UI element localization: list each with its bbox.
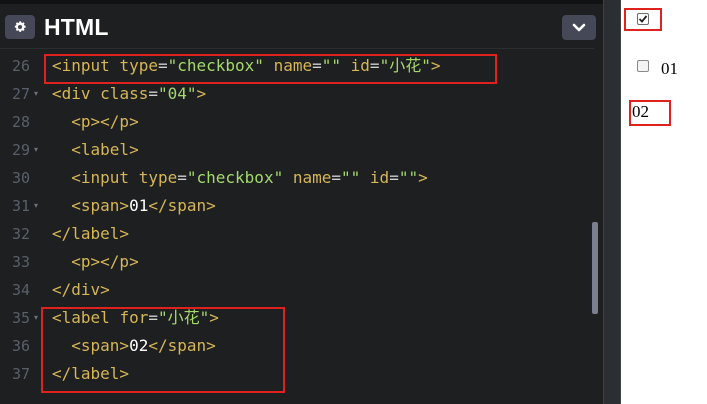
code-token: > <box>196 84 207 103</box>
code-token: <p></p> <box>71 252 139 271</box>
line-number: 34 <box>11 281 30 299</box>
code-token: <p></p> <box>71 112 139 131</box>
highlight-box-input-line <box>44 54 497 84</box>
pane-divider[interactable] <box>603 0 621 404</box>
code-token: </div> <box>52 280 110 299</box>
highlight-box-label-block <box>41 307 285 393</box>
editor-title: HTML <box>44 14 109 40</box>
checkmark-icon <box>638 15 648 23</box>
line-number: 37 <box>11 365 30 383</box>
code-line[interactable]: <p></p> <box>52 108 139 136</box>
code-token: class <box>100 84 149 103</box>
code-token: = <box>389 168 399 187</box>
code-token: "04" <box>157 84 197 103</box>
code-token: id <box>360 168 390 187</box>
code-token: <label> <box>71 140 139 159</box>
code-token: = <box>148 84 158 103</box>
fold-arrow-icon[interactable]: ▾ <box>34 136 42 164</box>
code-token: name <box>283 168 332 187</box>
line-number: 26 <box>11 57 30 75</box>
code-token: "" <box>398 168 419 187</box>
result-preview: 01 02 <box>621 0 707 404</box>
code-line[interactable]: <span>01</span> <box>52 192 216 220</box>
settings-button[interactable] <box>5 15 35 39</box>
code-line[interactable]: </label> <box>52 220 129 248</box>
line-number: 30 <box>11 169 30 187</box>
code-token: > <box>418 168 428 187</box>
checkbox-01[interactable] <box>637 60 649 72</box>
code-token: <div <box>52 84 101 103</box>
checkbox-xiaohua[interactable] <box>637 13 649 25</box>
line-number: 27 <box>11 85 30 103</box>
code-line[interactable]: <label> <box>52 136 139 164</box>
line-number: 28 <box>11 113 30 131</box>
fold-arrow-icon[interactable]: ▾ <box>34 192 42 220</box>
line-number: 31 <box>11 197 30 215</box>
label-02[interactable]: 02 <box>632 102 649 122</box>
fold-arrow-icon[interactable]: ▾ <box>34 80 42 108</box>
code-token: = <box>177 168 187 187</box>
line-number: 35 <box>11 309 30 327</box>
line-number: 36 <box>11 337 30 355</box>
collapse-button[interactable] <box>562 15 596 40</box>
code-token: </label> <box>52 224 130 243</box>
line-number: 33 <box>11 253 30 271</box>
gear-icon <box>14 21 26 32</box>
code-line[interactable]: <p></p> <box>52 248 139 276</box>
code-line[interactable]: <input type="checkbox" name="" id=""> <box>52 164 428 192</box>
code-token: <input <box>71 168 139 187</box>
code-token: type <box>138 168 178 187</box>
code-line[interactable]: <div class="04"> <box>52 80 206 108</box>
code-token: "checkbox" <box>186 168 284 187</box>
code-line[interactable]: </div> <box>52 276 110 304</box>
line-number-gutter: 26 27 ▾ 28 29 ▾ 30 31 ▾ 32 33 34 35 ▾ 36 37 <box>0 52 44 404</box>
chevron-down-icon <box>572 23 586 31</box>
editor-header: HTML <box>0 4 603 49</box>
code-token: </span> <box>148 196 216 215</box>
line-number: 29 <box>11 141 30 159</box>
scrollbar-thumb[interactable] <box>592 222 598 314</box>
code-token: = <box>331 168 342 187</box>
label-01[interactable]: 01 <box>661 59 678 79</box>
code-token: <span> <box>71 196 130 215</box>
code-token: "" <box>341 168 361 187</box>
code-token: 01 <box>129 196 149 215</box>
line-number: 32 <box>11 225 30 243</box>
